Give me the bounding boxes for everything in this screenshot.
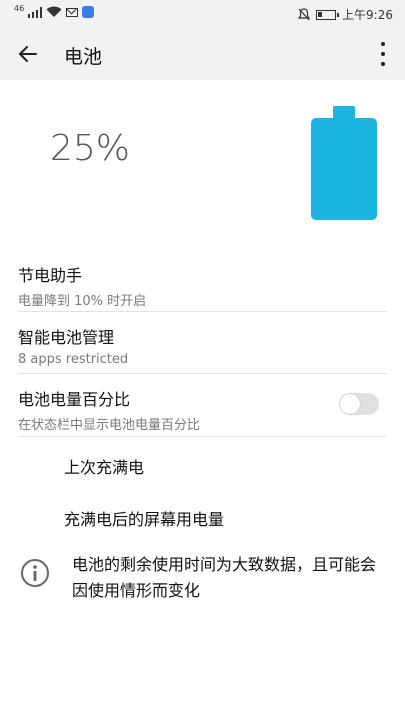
divider: [18, 311, 387, 312]
toggle-knob: [340, 394, 360, 414]
battery-percent-row: 电池电量百分比 在状态栏中显示电池电量百分比: [18, 386, 387, 433]
divider: [18, 436, 387, 437]
battery-percent-title: 电池电量百分比: [18, 390, 131, 409]
app-bar: 电池: [0, 28, 405, 80]
status-icons-left: 46: [14, 3, 95, 18]
smart-battery-row[interactable]: 智能电池管理 8 apps restricted: [18, 324, 387, 367]
arrow-left-icon[interactable]: [16, 42, 40, 66]
wifi-icon: [46, 6, 62, 17]
smart-battery-subtitle: 8 apps restricted: [18, 352, 129, 367]
battery-estimate-note: 电池的剩余使用时间为大致数据，且可能会因使用情形而变化: [72, 555, 377, 600]
signal-icon: [28, 6, 43, 18]
power-saver-subtitle: 电量降到 10% 时开启: [18, 294, 147, 309]
battery-icon: [316, 9, 340, 20]
network-type: 46: [14, 3, 25, 13]
smart-battery-title: 智能电池管理: [18, 328, 115, 347]
clock: 上午9:26: [342, 8, 393, 22]
page-title: 电池: [64, 46, 103, 68]
divider: [18, 373, 387, 374]
mail-icon: [66, 7, 79, 17]
power-saver-row[interactable]: 节电助手 电量降到 10% 时开启: [18, 262, 387, 309]
power-saver-title: 节电助手: [18, 266, 83, 285]
last-full-charge[interactable]: 上次充满电: [64, 454, 144, 478]
battery-percent-subtitle: 在状态栏中显示电池电量百分比: [18, 418, 201, 433]
app-badge-icon: [82, 6, 95, 18]
more-vert-icon[interactable]: [379, 42, 387, 66]
status-bar: 46 上午9:26: [0, 0, 405, 28]
mute-bell-icon: [298, 8, 311, 21]
status-icons-right: 上午9:26: [298, 6, 393, 23]
info-icon: [21, 559, 49, 587]
screen-usage-since-charge[interactable]: 充满电后的屏幕用电量: [64, 506, 224, 530]
battery-large-icon: [311, 106, 377, 220]
battery-percent: 25%: [50, 128, 131, 169]
battery-percent-toggle[interactable]: [339, 393, 379, 415]
